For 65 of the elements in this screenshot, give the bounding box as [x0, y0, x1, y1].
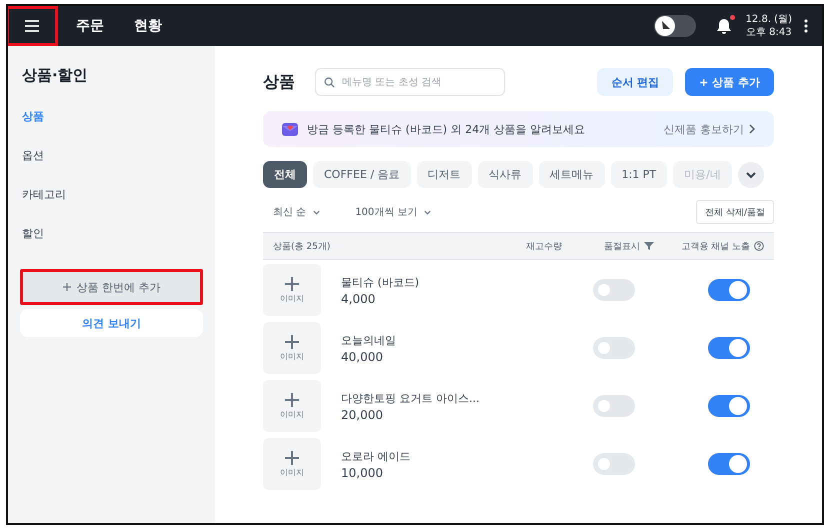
- sidebar-item[interactable]: 할인: [20, 216, 203, 251]
- product-name: 오로라 에이드: [341, 448, 412, 464]
- filter-icon[interactable]: [644, 241, 654, 251]
- nav-link[interactable]: 주문: [76, 17, 104, 35]
- menu-button[interactable]: [8, 6, 58, 46]
- search-field[interactable]: 메뉴명 또는 초성 검색: [315, 68, 505, 96]
- help-icon[interactable]: [754, 241, 764, 251]
- channel-toggle[interactable]: [708, 453, 750, 475]
- column-header: 고객용 채널 노출: [681, 240, 750, 252]
- sidebar-title: 상품·할인: [22, 66, 89, 85]
- add-image-button[interactable]: 이미지: [263, 380, 321, 432]
- product-name: 오늘의네일: [341, 332, 397, 348]
- category-tab[interactable]: COFFEE / 음료: [313, 161, 411, 188]
- menu-icon: [24, 19, 40, 33]
- product-price: 40,000: [341, 350, 384, 364]
- bulk-delete-button[interactable]: 전체 삭제/품절: [696, 200, 774, 224]
- sold-out-toggle[interactable]: [593, 279, 635, 301]
- channel-toggle[interactable]: [708, 395, 750, 417]
- add-image-button[interactable]: 이미지: [263, 438, 321, 490]
- product-name: 다양한토핑 요거트 아이스...: [341, 390, 480, 406]
- plus-icon: [62, 283, 70, 291]
- expand-tabs-button[interactable]: [738, 162, 764, 188]
- sort-dropdown[interactable]: 최신 순: [263, 205, 322, 219]
- column-header: 품절표시: [604, 240, 640, 252]
- add-product-button[interactable]: + 상품 추가: [685, 68, 774, 96]
- sold-out-toggle[interactable]: [593, 337, 635, 359]
- sold-out-toggle[interactable]: [593, 453, 635, 475]
- more-icon[interactable]: [804, 19, 808, 33]
- channel-toggle[interactable]: [708, 279, 750, 301]
- sidebar-item[interactable]: 상품: [20, 99, 203, 134]
- date-text: 12.8. (월): [746, 13, 792, 26]
- bulk-add-button[interactable]: 상품 한번에 추가: [20, 269, 203, 305]
- time-text: 오후 8:43: [746, 26, 792, 39]
- category-tab[interactable]: 1:1 PT: [610, 161, 668, 188]
- nav-link[interactable]: 현황: [134, 17, 162, 35]
- page-title: 상품: [263, 72, 295, 92]
- sold-out-toggle[interactable]: [593, 395, 635, 417]
- sidebar-item[interactable]: 옵션: [20, 138, 203, 173]
- plus-icon: [285, 334, 299, 348]
- add-image-button[interactable]: 이미지: [263, 322, 321, 374]
- channel-toggle[interactable]: [708, 337, 750, 359]
- column-header: 상품(총 25개): [273, 240, 330, 252]
- chevron-right-icon: [748, 124, 756, 134]
- product-price: 20,000: [341, 408, 384, 422]
- feedback-button[interactable]: 의견 보내기: [20, 309, 203, 337]
- category-tab[interactable]: 세트메뉴: [538, 161, 605, 188]
- bell-icon[interactable]: [716, 18, 732, 34]
- plus-icon: [285, 450, 299, 464]
- sidebar-item[interactable]: 카테고리: [20, 177, 203, 212]
- category-tab[interactable]: 식사류: [478, 161, 533, 188]
- reorder-button[interactable]: 순서 편집: [597, 68, 674, 96]
- add-image-button[interactable]: 이미지: [263, 264, 321, 316]
- product-price: 10,000: [341, 466, 384, 480]
- category-tab[interactable]: 디저트: [416, 161, 472, 188]
- product-name: 물티슈 (바코드): [341, 274, 420, 290]
- plus-icon: [285, 276, 299, 290]
- plus-icon: [285, 392, 299, 406]
- promote-link[interactable]: 신제품 홍보하기: [664, 122, 756, 136]
- page-size-dropdown[interactable]: 100개씩 보기: [345, 205, 432, 219]
- search-icon: [324, 77, 335, 88]
- banner-text: 방금 등록한 물티슈 (바코드) 외 24개 상품을 알려보세요: [307, 122, 586, 136]
- column-header: 재고수량: [526, 240, 562, 252]
- category-tab[interactable]: 전체: [263, 161, 307, 188]
- product-price: 4,000: [341, 292, 376, 306]
- theme-toggle[interactable]: [654, 15, 696, 37]
